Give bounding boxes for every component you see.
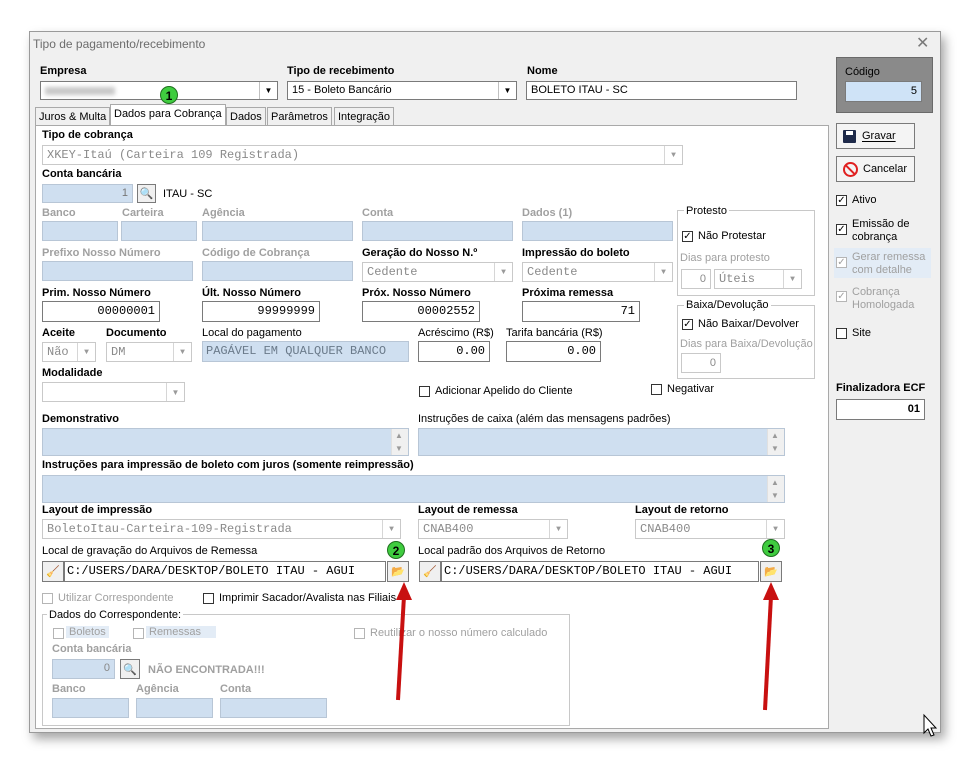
red-arrow-icon xyxy=(396,582,412,701)
annotation-arrows xyxy=(396,582,938,737)
mouse-cursor-icon xyxy=(923,713,938,737)
red-arrow-icon xyxy=(763,582,779,711)
